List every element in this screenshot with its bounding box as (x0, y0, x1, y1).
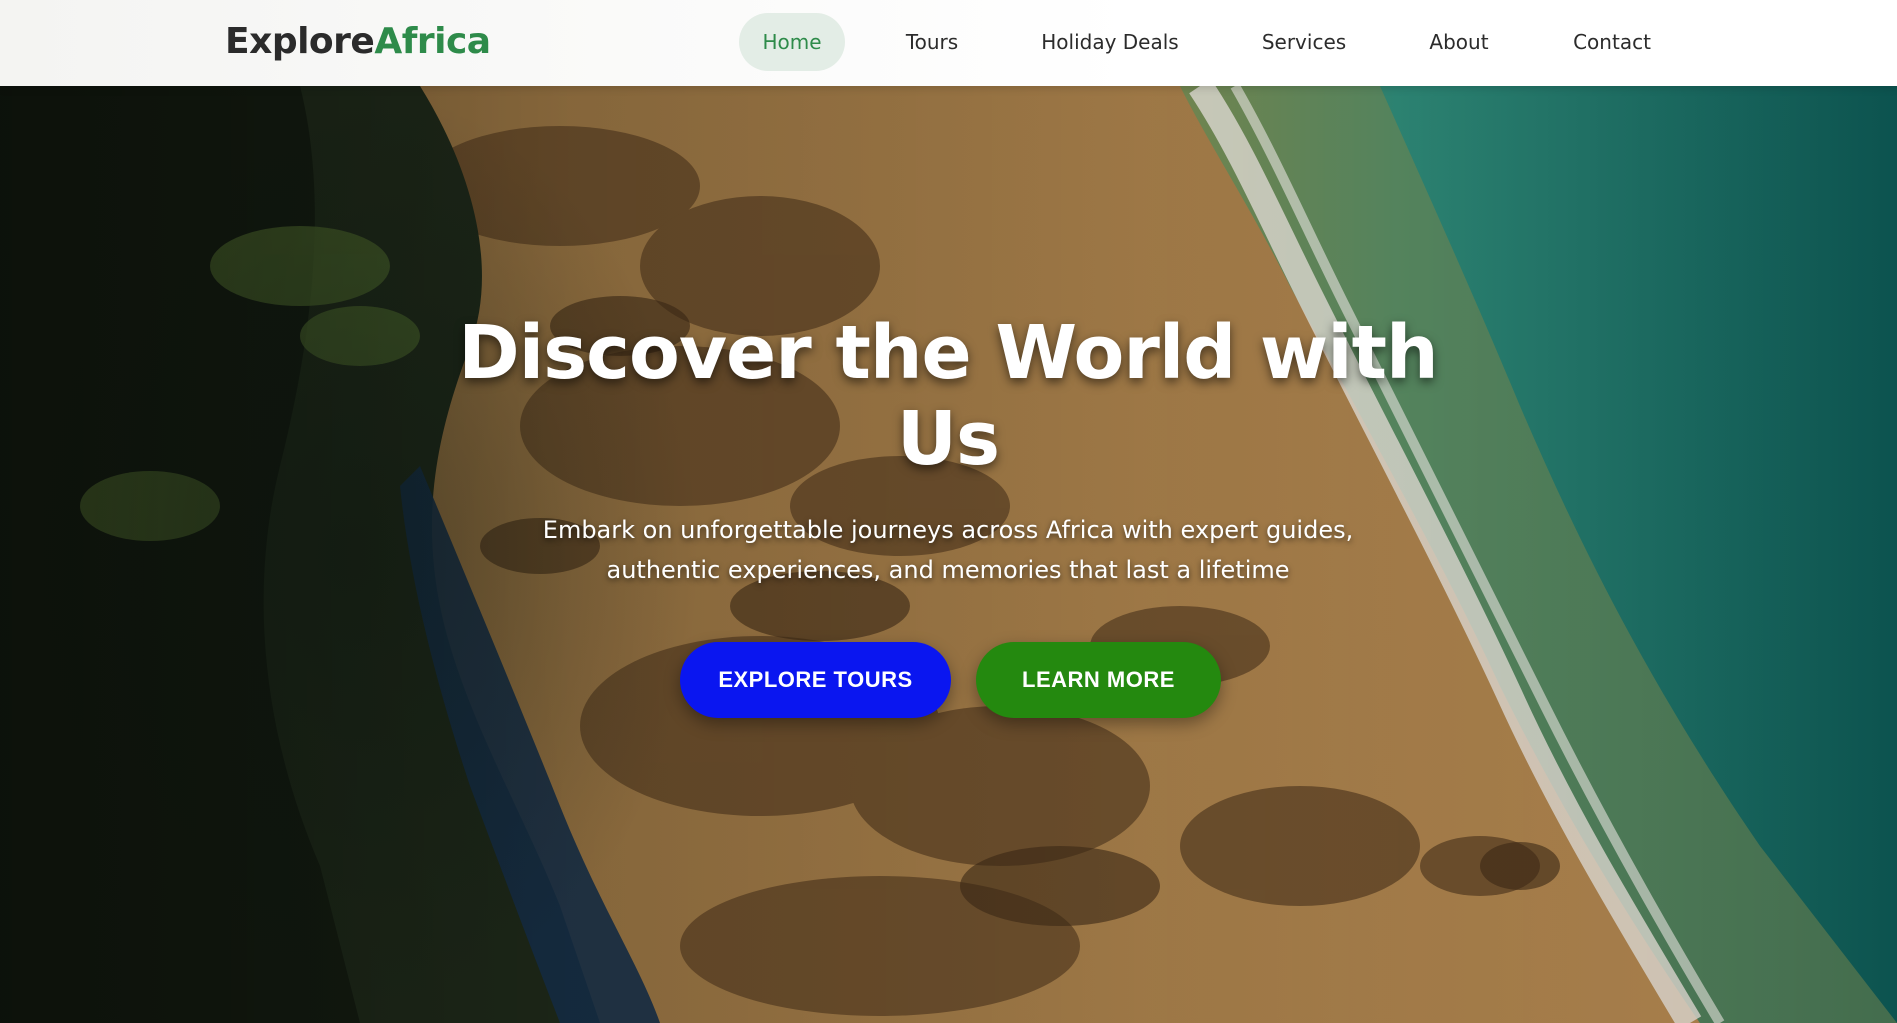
nav-holiday-deals[interactable]: Holiday Deals (1025, 13, 1195, 71)
nav-services[interactable]: Services (1245, 13, 1363, 71)
site-header: ExploreAfrica Home Tours Holiday Deals S… (0, 0, 1897, 86)
nav-home[interactable]: Home (739, 13, 845, 71)
nav-contact[interactable]: Contact (1560, 13, 1664, 71)
hero-title: Discover the World with Us (458, 310, 1438, 482)
logo-text-africa: Africa (374, 21, 491, 62)
learn-more-button[interactable]: LEARN MORE (976, 642, 1221, 718)
hero-section: Discover the World with Us Embark on unf… (0, 86, 1897, 1023)
logo-text-explore: Explore (225, 21, 375, 62)
hero-subtitle: Embark on unforgettable journeys across … (542, 516, 1354, 584)
site-logo[interactable]: ExploreAfrica (225, 18, 491, 66)
nav-tours[interactable]: Tours (886, 13, 978, 71)
explore-tours-button[interactable]: EXPLORE TOURS (680, 642, 951, 718)
nav-about[interactable]: About (1410, 13, 1508, 71)
